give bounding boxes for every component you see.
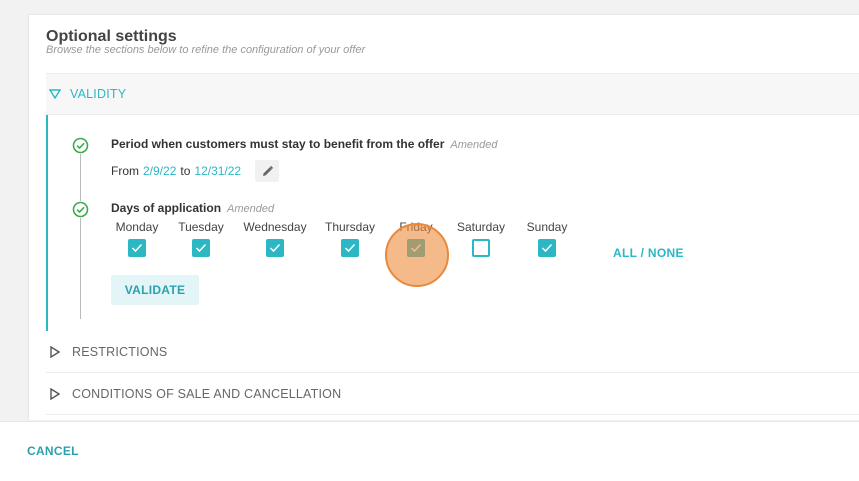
day-label: Saturday (456, 220, 506, 234)
validate-button[interactable]: VALIDATE (111, 275, 199, 305)
cancel-button[interactable]: CANCEL (27, 444, 79, 458)
day-checkbox-thursday[interactable] (341, 239, 359, 257)
period-title-text: Period when customers must stay to benef… (111, 137, 445, 151)
section-restrictions-header[interactable]: RESTRICTIONS (46, 332, 859, 373)
day-checkbox-wednesday[interactable] (266, 239, 284, 257)
period-status: Amended (450, 139, 498, 151)
period-to-date[interactable]: 12/31/22 (194, 164, 241, 178)
period-from-label: From (111, 164, 139, 178)
period-title: Period when customers must stay to benef… (111, 137, 497, 151)
day-label: Tuesday (178, 220, 224, 234)
edit-period-button[interactable] (255, 160, 280, 182)
caret-down-icon (48, 87, 62, 101)
caret-right-icon (48, 345, 62, 359)
day-checkbox-monday[interactable] (128, 239, 146, 257)
day-monday: Monday (112, 219, 162, 260)
section-validity-header[interactable]: VALIDITY (46, 73, 859, 115)
day-tuesday: Tuesday (176, 219, 226, 260)
day-label: Sunday (526, 220, 568, 234)
section-validity-label: VALIDITY (70, 87, 127, 101)
day-sunday: Sunday (522, 219, 572, 260)
period-to-label: to (180, 164, 191, 178)
day-label: Monday (115, 220, 159, 234)
section-restrictions-label: RESTRICTIONS (72, 345, 168, 359)
check-circle-icon (72, 137, 89, 154)
day-label: Thursday (324, 220, 376, 234)
timeline-line (80, 145, 81, 319)
period-range: From 2/9/22 to 12/31/22 (111, 160, 280, 182)
check-circle-icon (72, 201, 89, 218)
day-saturday: Saturday (452, 219, 510, 260)
days-status: Amended (227, 203, 275, 215)
day-wednesday: Wednesday (238, 219, 312, 260)
day-checkbox-sunday[interactable] (538, 239, 556, 257)
days-title: Days of application Amended (111, 201, 274, 215)
section-conditions-header[interactable]: CONDITIONS OF SALE AND CANCELLATION (46, 373, 859, 415)
panel-subtitle: Browse the sections below to refine the … (46, 44, 366, 56)
footer-bar: CANCEL (0, 421, 859, 481)
day-thursday: Thursday (319, 219, 381, 260)
day-checkbox-tuesday[interactable] (192, 239, 210, 257)
pencil-icon (262, 165, 273, 176)
all-none-toggle[interactable]: ALL / NONE (613, 246, 684, 260)
period-from-date[interactable]: 2/9/22 (143, 164, 176, 178)
days-title-text: Days of application (111, 201, 222, 215)
day-checkbox-saturday[interactable] (472, 239, 490, 257)
click-highlight-circle (385, 223, 449, 287)
validity-section-body: Period when customers must stay to benef… (46, 115, 859, 331)
day-label: Wednesday (243, 220, 307, 234)
caret-right-icon (48, 387, 62, 401)
optional-settings-panel: Optional settings Browse the sections be… (28, 14, 859, 420)
section-conditions-label: CONDITIONS OF SALE AND CANCELLATION (72, 386, 342, 401)
